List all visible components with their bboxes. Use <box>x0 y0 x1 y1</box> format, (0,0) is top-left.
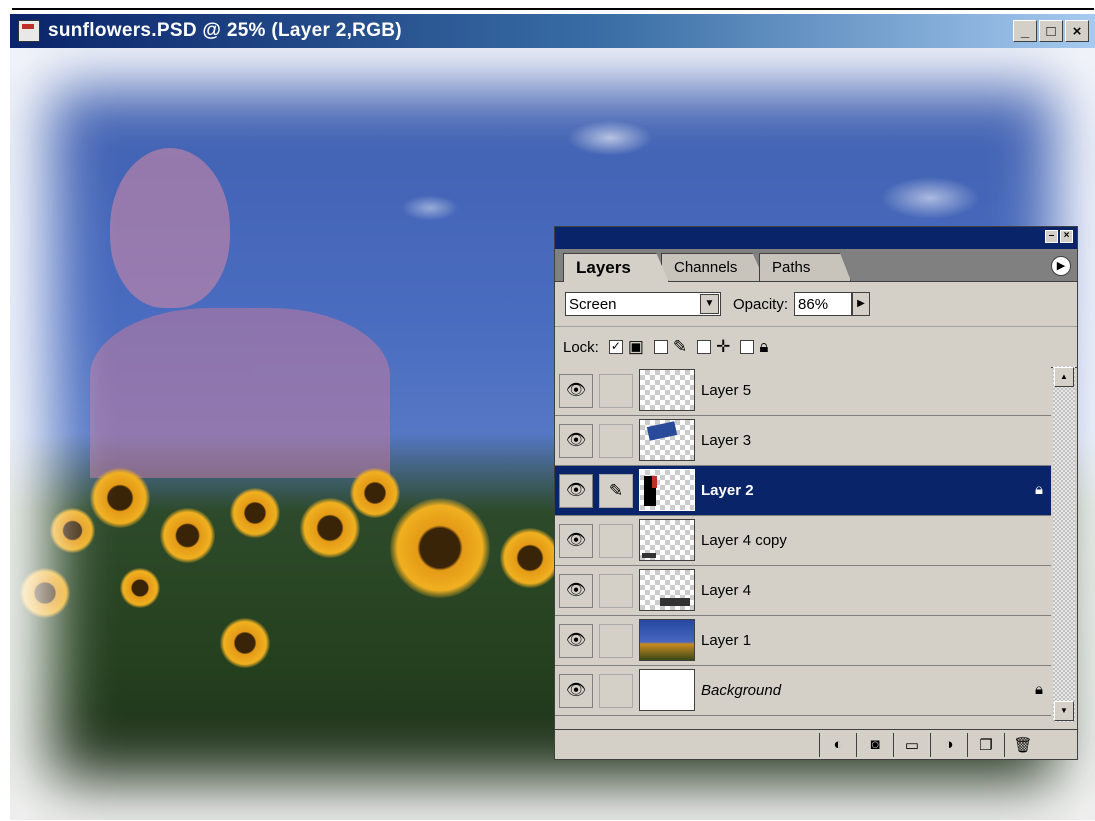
tab-layers[interactable]: Layers <box>563 253 669 282</box>
padlock-icon: 🔒︎ <box>1035 681 1043 698</box>
link-slot[interactable] <box>599 524 633 558</box>
layer-list-scrollbar[interactable]: ▲ ▼ <box>1053 366 1075 722</box>
chevron-down-icon[interactable]: ▼ <box>700 294 719 314</box>
layer-name: Layer 5 <box>701 382 752 399</box>
opacity-label: Opacity: <box>733 295 789 313</box>
layer-thumbnail <box>639 469 695 511</box>
eye-icon[interactable]: 👁︎ <box>559 674 593 708</box>
layer-name: Layer 4 <box>701 582 752 599</box>
layer-thumbnail <box>639 519 695 561</box>
palette-menu-arrow-icon[interactable]: ▶ <box>1051 256 1071 276</box>
palette-bottom-toolbar: ◐ ◙ ▭ ◑ ❐ 🗑︎ <box>555 729 1077 759</box>
layer-name: Layer 2 <box>701 482 754 499</box>
folder-icon[interactable]: ▭ <box>893 732 930 757</box>
top-rule <box>12 8 1094 10</box>
adjustment-icon[interactable]: ◑ <box>930 732 967 757</box>
blend-mode-value: Screen <box>569 295 617 313</box>
new-layer-icon[interactable]: ❐ <box>967 732 1004 757</box>
move-lock-icon: ✛ <box>716 337 731 356</box>
lock-transparency-checkbox[interactable]: ✓ <box>608 340 623 354</box>
tab-channels[interactable]: Channels <box>661 253 765 281</box>
lock-label: Lock: <box>563 338 599 356</box>
padlock-icon: 🔒︎ <box>1035 481 1043 498</box>
layers-palette: – × Layers Channels Paths ▶ Screen ▼ Opa… <box>554 226 1078 760</box>
tab-paths[interactable]: Paths <box>759 253 851 281</box>
layer-row[interactable]: 👁︎ Layer 5 <box>555 366 1051 416</box>
brush-icon[interactable]: ✎ <box>599 474 633 508</box>
layer-name: Background <box>701 682 782 699</box>
layer-row[interactable]: 👁︎ Layer 4 <box>555 566 1051 616</box>
layer-thumbnail <box>639 669 695 711</box>
eye-icon[interactable]: 👁︎ <box>559 574 593 608</box>
close-button[interactable]: × <box>1065 20 1089 42</box>
minimize-button[interactable]: _ <box>1013 20 1037 42</box>
eye-icon[interactable]: 👁︎ <box>559 474 593 508</box>
layer-row[interactable]: 👁︎ Layer 4 copy <box>555 516 1051 566</box>
document-icon[interactable] <box>18 20 40 42</box>
transparency-lock-icon: ▣ <box>627 337 644 356</box>
blend-mode-select[interactable]: Screen ▼ <box>565 292 721 316</box>
layer-style-icon[interactable]: ◐ <box>819 732 856 757</box>
opacity-slider-arrow-icon[interactable]: ▶ <box>852 292 871 316</box>
palette-close-button[interactable]: × <box>1060 230 1073 243</box>
layer-name: Layer 1 <box>701 632 752 649</box>
layer-name: Layer 3 <box>701 432 752 449</box>
lock-image-checkbox[interactable] <box>653 340 668 354</box>
eye-icon[interactable]: 👁︎ <box>559 374 593 408</box>
maximize-button[interactable]: □ <box>1039 20 1063 42</box>
lock-all-checkbox[interactable] <box>740 340 755 354</box>
layer-thumbnail <box>639 569 695 611</box>
palette-tabs: Layers Channels Paths ▶ <box>555 249 1077 282</box>
opacity-field[interactable]: 86% <box>794 292 853 316</box>
layer-row-selected[interactable]: 👁︎ ✎ Layer 2 🔒︎ <box>555 466 1051 516</box>
scroll-down-icon[interactable]: ▼ <box>1054 701 1074 721</box>
layer-row[interactable]: 👁︎ Layer 3 <box>555 416 1051 466</box>
mask-icon[interactable]: ◙ <box>856 732 893 757</box>
layer-thumbnail <box>639 369 695 411</box>
link-slot[interactable] <box>599 574 633 608</box>
title-bar[interactable]: sunflowers.PSD @ 25% (Layer 2,RGB) _ □ × <box>10 14 1095 48</box>
layer-thumbnail <box>639 619 695 661</box>
padlock-icon: 🔒︎ <box>759 337 769 356</box>
eye-icon[interactable]: 👁︎ <box>559 524 593 558</box>
link-slot[interactable] <box>599 374 633 408</box>
window-title: sunflowers.PSD @ 25% (Layer 2,RGB) <box>48 20 402 41</box>
scroll-up-icon[interactable]: ▲ <box>1054 367 1074 387</box>
lock-position-checkbox[interactable] <box>697 340 712 354</box>
layer-row[interactable]: 👁︎ Background 🔒︎ <box>555 666 1051 716</box>
link-slot[interactable] <box>599 624 633 658</box>
layer-name: Layer 4 copy <box>701 532 787 549</box>
palette-title-bar[interactable]: – × <box>555 227 1077 249</box>
link-slot[interactable] <box>599 424 633 458</box>
brush-lock-icon: ✎ <box>672 337 688 356</box>
layer-thumbnail <box>639 419 695 461</box>
layer-row[interactable]: 👁︎ Layer 1 <box>555 616 1051 666</box>
eye-icon[interactable]: 👁︎ <box>559 424 593 458</box>
eye-icon[interactable]: 👁︎ <box>559 624 593 658</box>
palette-minimize-button[interactable]: – <box>1045 230 1058 243</box>
trash-icon[interactable]: 🗑︎ <box>1004 732 1041 757</box>
link-slot[interactable] <box>599 674 633 708</box>
layer-list: 👁︎ Layer 5 👁︎ Layer 3 👁︎ ✎ Layer 2 🔒︎ 👁︎ <box>555 366 1051 722</box>
